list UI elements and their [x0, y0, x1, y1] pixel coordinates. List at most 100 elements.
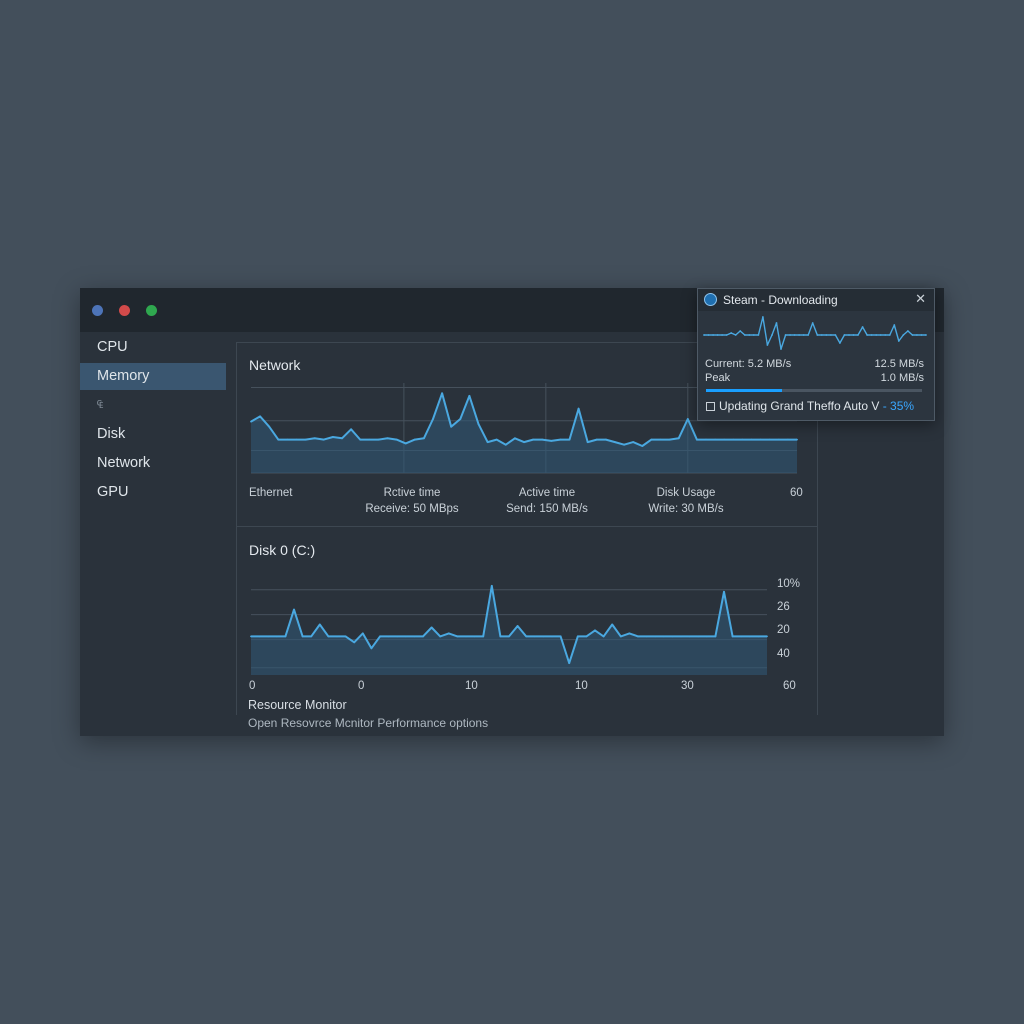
data-point — [787, 438, 789, 441]
download-progress-fill — [706, 389, 782, 392]
data-point — [482, 635, 485, 638]
data-point — [499, 635, 502, 638]
data-point — [925, 334, 927, 336]
data-point — [807, 334, 810, 336]
data-point — [628, 632, 631, 635]
data-point — [568, 662, 571, 664]
data-point — [632, 441, 635, 443]
data-point — [654, 635, 657, 638]
data-point — [650, 438, 653, 441]
data-point — [541, 438, 544, 441]
sidebar-item-gpu[interactable]: GPU — [80, 479, 226, 506]
data-point — [668, 438, 671, 441]
data-point — [423, 437, 425, 440]
data-point — [370, 647, 373, 650]
data-point — [441, 392, 443, 395]
sidebar-item-memory[interactable]: Memory — [80, 363, 226, 390]
data-point — [834, 334, 837, 336]
data-point — [920, 334, 923, 336]
data-point — [623, 443, 625, 446]
data-point — [771, 334, 773, 336]
data-point — [848, 334, 850, 336]
data-point — [740, 635, 743, 638]
data-point — [793, 334, 796, 336]
data-point — [802, 334, 805, 336]
sidebar-item-label: Network — [97, 455, 151, 471]
data-point — [796, 438, 798, 441]
data-point — [344, 635, 347, 638]
data-point — [284, 635, 287, 638]
steam-status: Updating Grand Theffo Auto V - 35% — [706, 399, 914, 413]
sidebar-item-cpu[interactable]: CPU — [80, 334, 226, 361]
sidebar-item-label: CPU — [97, 339, 128, 355]
data-point — [766, 635, 768, 638]
data-point — [775, 322, 778, 324]
data-point — [387, 635, 390, 638]
window-button-red[interactable] — [119, 305, 130, 316]
data-point — [533, 635, 536, 638]
data-point — [830, 334, 832, 336]
update-icon — [706, 402, 715, 411]
data-point — [332, 436, 334, 438]
data-point — [341, 437, 343, 440]
steam-download-popup: Steam - Downloading ✕ Current: 5.2 MB/s … — [697, 288, 935, 421]
open-resource-monitor-link[interactable]: Open Resovrce Mcnitor Performance option… — [248, 716, 488, 730]
disk-chart — [250, 584, 768, 675]
disk-y-tick: 10% — [777, 578, 801, 590]
data-point — [671, 635, 674, 638]
sidebar-item-glyph[interactable]: ₠ — [80, 392, 226, 419]
data-point — [743, 334, 746, 336]
network-col-disk-usage: Disk Usage — [656, 487, 716, 499]
data-point — [879, 334, 882, 336]
data-point — [359, 438, 362, 441]
data-point — [508, 635, 510, 638]
sidebar-item-network[interactable]: Network — [80, 450, 226, 477]
data-point — [784, 334, 787, 336]
data-point — [861, 326, 864, 328]
data-point — [714, 438, 716, 441]
disk-y-tick: 40 — [777, 648, 790, 660]
download-progress-bar — [706, 389, 922, 392]
data-point — [368, 438, 371, 441]
data-point — [750, 438, 753, 441]
data-point — [739, 330, 742, 332]
data-point — [473, 635, 476, 638]
data-point — [741, 438, 744, 441]
sidebar-item-disk[interactable]: Disk — [80, 421, 226, 448]
steam-speed-chart — [703, 316, 927, 350]
data-point — [916, 334, 918, 336]
sidebar-item-label: Disk — [97, 426, 126, 442]
data-point — [379, 635, 381, 638]
disk-x-tick: 10 — [465, 680, 478, 692]
disk-x-tick: 0 — [358, 680, 365, 692]
data-point — [413, 635, 416, 638]
data-point — [875, 334, 878, 336]
data-point — [386, 437, 389, 440]
data-point — [777, 438, 780, 441]
data-point — [361, 632, 364, 635]
data-point — [757, 334, 760, 336]
steam-peak-value: 1.0 MB/s — [880, 372, 924, 384]
data-point — [619, 635, 622, 638]
data-point — [432, 418, 434, 420]
network-title: Network — [249, 357, 301, 373]
data-point — [293, 608, 295, 611]
steam-popup-title: Steam - Downloading — [723, 293, 838, 307]
window-button-green[interactable] — [146, 305, 157, 316]
window-button-blue[interactable] — [92, 305, 103, 316]
data-point — [725, 334, 728, 336]
data-point — [286, 438, 289, 441]
data-point — [907, 330, 909, 332]
network-write-value: Write: 30 MB/s — [648, 503, 724, 515]
data-point — [585, 635, 588, 638]
data-point — [748, 635, 751, 638]
data-point — [748, 334, 751, 336]
data-point — [258, 635, 261, 638]
data-point — [301, 635, 304, 638]
data-point — [277, 438, 280, 441]
series-line — [704, 316, 926, 350]
close-icon[interactable]: ✕ — [915, 291, 926, 307]
data-point — [752, 334, 755, 336]
steam-peak-label: Peak — [705, 372, 731, 384]
data-point — [304, 438, 307, 441]
